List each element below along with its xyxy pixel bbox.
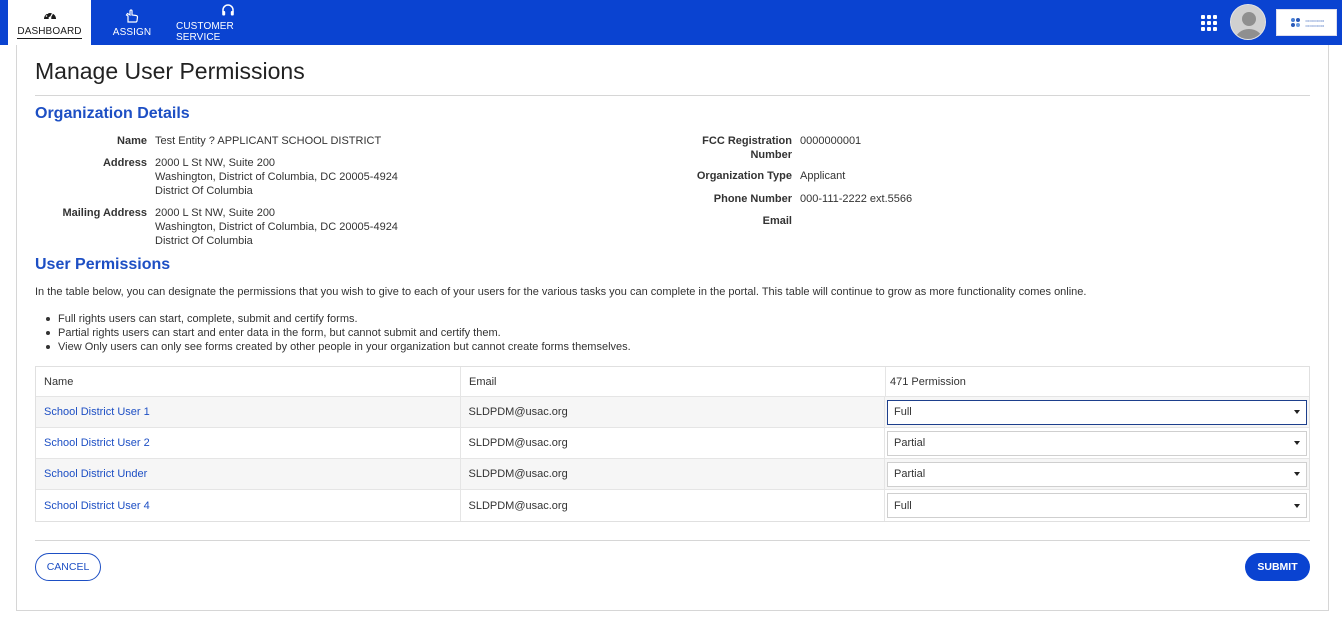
permission-select[interactable]: Full: [887, 493, 1307, 518]
chevron-down-icon: [1294, 503, 1300, 508]
user-avatar[interactable]: [1230, 4, 1266, 40]
user-email: SLDPDM@usac.org: [468, 437, 568, 449]
nav-assign[interactable]: ASSIGN: [107, 0, 157, 45]
footer-divider: [35, 540, 1310, 541]
nav-customer-service-label: CUSTOMER SERVICE: [176, 21, 234, 43]
chevron-down-icon: [1294, 441, 1300, 445]
permissions-intro-text: In the table below, you can designate th…: [35, 286, 1087, 298]
name-value: Test Entity ? APPLICANT SCHOOL DISTRICT: [155, 135, 382, 147]
organization-type-label: Organization Type: [696, 170, 792, 182]
user-email: SLDPDM@usac.org: [468, 499, 568, 512]
table-row: School District User 1 SLDPDM@usac.org F…: [36, 397, 1309, 428]
user-name-link[interactable]: School District Under: [44, 468, 147, 480]
fcc-registration-label: FCC Registration Number: [660, 134, 792, 162]
column-header-471-permission: 471 Permission: [890, 375, 966, 388]
bullet-partial-rights: Partial rights users can start and enter…: [44, 326, 631, 340]
name-label: Name: [117, 135, 147, 147]
permissions-table: Name Email 471 Permission School Distric…: [35, 366, 1310, 522]
chevron-down-icon: [1294, 472, 1300, 476]
fcc-registration-value: 0000000001: [800, 135, 862, 147]
cancel-button[interactable]: CANCEL: [35, 553, 101, 581]
address-label: Address: [102, 157, 147, 169]
phone-number-label: Phone Number: [713, 193, 792, 205]
permission-select[interactable]: Partial: [887, 430, 1307, 456]
chevron-down-icon: [1294, 410, 1300, 414]
email-label: Email: [762, 215, 792, 227]
top-nav-bar: DASHBOARD ASSIGN CUSTOMER SERVICE ▭▭▭▭▭ ▭…: [0, 0, 1342, 45]
address-value: 2000 L St NW, Suite 200 Washington, Dist…: [155, 156, 398, 198]
permission-select-value: Partial: [894, 468, 926, 480]
nav-dashboard[interactable]: DASHBOARD: [8, 0, 91, 45]
nav-dashboard-label: DASHBOARD: [17, 25, 82, 39]
organization-details-heading: Organization Details: [35, 105, 190, 122]
page-title: Manage User Permissions: [35, 58, 305, 84]
title-divider: [35, 95, 1310, 96]
user-email: SLDPDM@usac.org: [468, 468, 568, 480]
table-header-row: Name Email 471 Permission: [36, 367, 1309, 397]
hand-pointer-icon: [125, 8, 139, 24]
mailing-line-3: District Of Columbia: [155, 235, 253, 247]
fcc-registration-label-line-2: Number: [750, 149, 792, 161]
user-email: SLDPDM@usac.org: [468, 406, 568, 418]
table-row: School District User 4 SLDPDM@usac.org F…: [36, 490, 1309, 521]
bullet-view-only: View Only users can only see forms creat…: [44, 340, 631, 354]
mailing-address-value: 2000 L St NW, Suite 200 Washington, Dist…: [155, 206, 398, 248]
bullet-full-rights: Full rights users can start, complete, s…: [44, 312, 631, 326]
column-header-email: Email: [461, 367, 886, 396]
mailing-address-label: Mailing Address: [62, 207, 147, 219]
address-line-3: District Of Columbia: [155, 185, 253, 197]
mailing-line-2: Washington, District of Columbia, DC 200…: [155, 221, 398, 233]
table-row: School District User 2 SLDPDM@usac.org P…: [36, 428, 1309, 459]
phone-number-value: 000-111-2222 ext.5566: [800, 193, 913, 205]
permission-select-value: Full: [894, 499, 912, 512]
user-name-link[interactable]: School District User 1: [44, 406, 150, 418]
nav-customer-service[interactable]: CUSTOMER SERVICE: [176, 0, 280, 45]
address-line-1: 2000 L St NW, Suite 200: [155, 157, 276, 169]
table-row: School District Under SLDPDM@usac.org Pa…: [36, 459, 1309, 490]
column-header-name: Name: [36, 367, 461, 396]
permission-select[interactable]: Partial: [887, 461, 1307, 487]
user-name-link[interactable]: School District User 2: [44, 437, 150, 449]
usac-logo: ▭▭▭▭▭ ▭▭▭▭▭: [1276, 9, 1337, 36]
fcc-registration-label-line-1: FCC Registration: [702, 135, 792, 147]
submit-button[interactable]: SUBMIT: [1245, 553, 1310, 581]
dashboard-gauge-icon: [43, 7, 57, 23]
permission-select[interactable]: Full: [887, 399, 1307, 425]
user-name-link[interactable]: School District User 4: [44, 500, 150, 512]
user-permissions-heading: User Permissions: [35, 256, 171, 273]
permissions-bullet-list: Full rights users can start, complete, s…: [44, 312, 631, 354]
apps-grid-icon[interactable]: [1201, 15, 1217, 31]
permission-select-value: Partial: [894, 437, 926, 449]
organization-type-value: Applicant: [800, 170, 846, 182]
nav-assign-label: ASSIGN: [112, 26, 152, 38]
address-line-2: Washington, District of Columbia, DC 200…: [155, 171, 398, 183]
permission-select-value: Full: [894, 406, 912, 418]
headset-icon: [221, 2, 235, 18]
mailing-line-1: 2000 L St NW, Suite 200: [155, 207, 276, 219]
